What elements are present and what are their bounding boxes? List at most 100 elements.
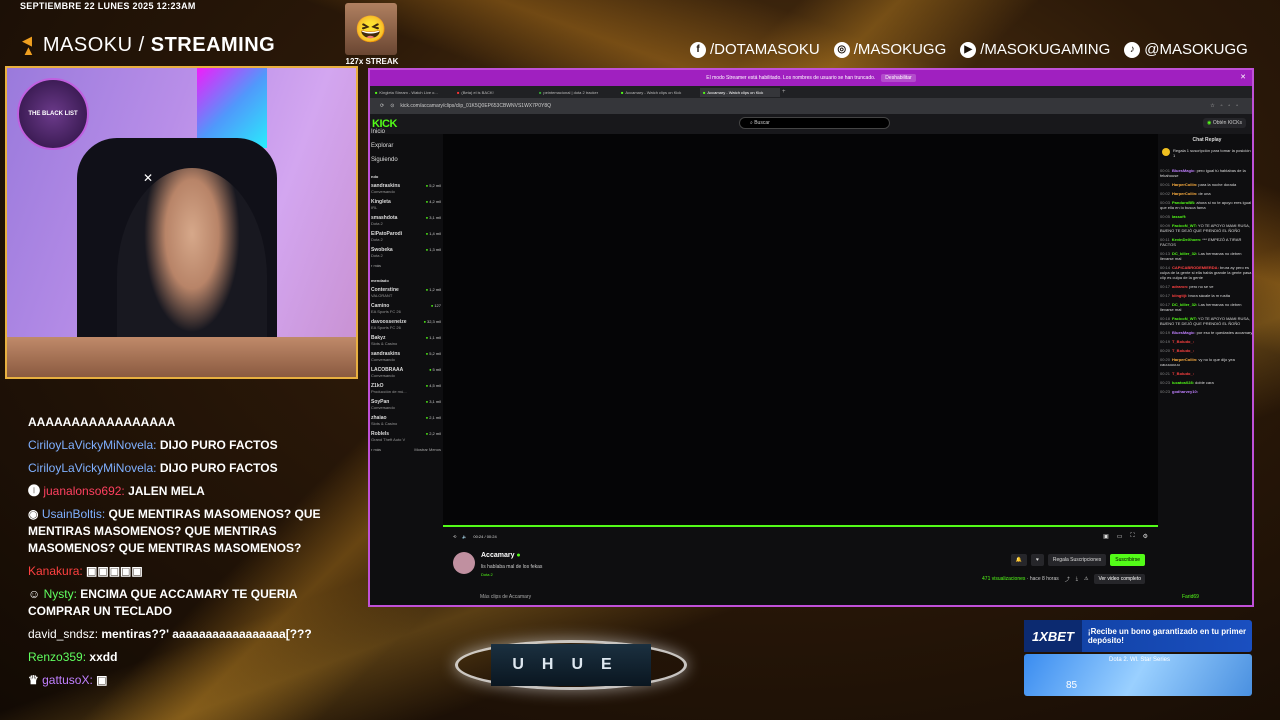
- show-less-link[interactable]: r más Mostrar Menos: [370, 445, 442, 454]
- social-links: f/DOTAMASOKU ◎/MASOKUGG ▶/MASOKUGAMING ♪…: [690, 41, 1248, 58]
- badge-icon: ◉: [28, 507, 42, 521]
- chat-message: AAAAAAAAAAAAAAAAA: [28, 415, 176, 429]
- desk: [7, 337, 356, 377]
- clip-title: lis hablaba mal de los fekas: [481, 564, 543, 570]
- emote-icon: ▣: [96, 673, 108, 687]
- new-tab-button[interactable]: +: [782, 89, 786, 95]
- chat-message: ♛ gattusoX: ▣: [28, 673, 108, 687]
- sponsor-banner: 1XBET ¡Recibe un bono garantizado en tu …: [1024, 620, 1252, 652]
- youtube-icon: ▶: [960, 41, 977, 58]
- channel-item[interactable]: CaminoEA Sports FC 26127: [370, 301, 442, 317]
- chat-replay-line: 00:14 CAPICABRODEMIERDA:brura ay pero es …: [1160, 265, 1252, 280]
- nav-explore[interactable]: Explorar: [370, 140, 442, 152]
- url-text[interactable]: kick.com/accamary/clips/clip_01K5Q0EP653…: [400, 103, 551, 109]
- tab-strip: ■ Kingleta Stream - Watch Live o... ■ (Bet…: [370, 86, 1252, 98]
- channel-item[interactable]: SwobekaDota 21,3 mil: [370, 245, 442, 261]
- chat-replay-line: 00:13 DC_killer_32:Las hermanas no deben …: [1160, 251, 1242, 261]
- tiktok-icon: ♪: [1124, 41, 1141, 58]
- chat-message: ☺ Nysty: ENCIMA QUE ACCAMARY TE QUERIA C…: [28, 587, 297, 618]
- center-logo-emblem: UHUE: [455, 640, 687, 690]
- chat-replay-line: 00:17 DC_killer_32:Las hermanas no deben …: [1160, 302, 1242, 312]
- get-kicks-button[interactable]: ◉ Obtén KICKs: [1203, 118, 1246, 128]
- webcam-feed: THE BLACK LIST ✕: [5, 66, 358, 379]
- channel-name[interactable]: Accamary ●: [481, 552, 521, 559]
- chat-replay-line: 00:01 HarperCollin:para la noche dorada: [1160, 182, 1237, 187]
- notify-button[interactable]: 🔔: [1010, 554, 1027, 566]
- replay-icon[interactable]: ⟲: [453, 534, 456, 539]
- channel-item[interactable]: ConterstineVALORANT1,2 mil: [370, 285, 442, 301]
- settings-icon[interactable]: ⚙: [1143, 533, 1148, 540]
- laughing-face-icon: 😆: [345, 3, 397, 55]
- browser-tab[interactable]: ■ peintemacional | dota 2 tracker: [536, 88, 616, 97]
- channel-item[interactable]: LACOBRAAAConversando5 mil: [370, 365, 442, 381]
- chat-replay-line: 00:18 FacicoN_WT:YO TE APOYO MAMI RUSA, B…: [1160, 316, 1250, 326]
- gift-subs-button[interactable]: Regala Suscripciones: [1047, 554, 1107, 566]
- streamer-mode-banner: El modo Streamer está habilitado. Los no…: [370, 70, 1252, 86]
- crown-icon: ♛: [28, 673, 43, 687]
- address-bar[interactable]: ⟳ ⊙ kick.com/accamary/clips/clip_01K5Q0EP…: [370, 98, 1252, 114]
- video-player[interactable]: [443, 134, 1158, 527]
- chat-replay-line: 00:20 T_Boludo_:: [1160, 348, 1195, 353]
- avatar[interactable]: [453, 552, 475, 574]
- browser-window: El modo Streamer está habilitado. Los no…: [368, 68, 1254, 607]
- stream-chat: AAAAAAAAAAAAAAAAA CiriloyLaVickyMiNovela…: [28, 414, 358, 695]
- following-heading: ndo: [371, 174, 379, 179]
- chat-replay-line: 00:17 kiingtiji:brura sácale la m rusita: [1160, 293, 1230, 298]
- channel-item[interactable]: davoosseneizeEA Sports FC 2632,3 mil: [370, 317, 442, 333]
- clip-icon[interactable]: ▣: [1103, 533, 1109, 540]
- pinned-gift[interactable]: Regala 1 suscripción para tomar la posic…: [1160, 146, 1252, 160]
- nav-following[interactable]: Siguiendo: [370, 154, 442, 166]
- triangle-icon: ◀ ▲: [22, 32, 35, 58]
- close-icon[interactable]: ✕: [1240, 73, 1246, 81]
- heart-button[interactable]: ♥: [1030, 554, 1044, 566]
- channel-item[interactable]: RoblelsGrand Theft Auto V2,2 mil: [370, 429, 442, 445]
- channel-item[interactable]: sandraskinsConversando5,2 mil: [370, 181, 442, 197]
- fullscreen-icon[interactable]: ⛶: [1130, 533, 1134, 540]
- theater-icon[interactable]: ▭: [1117, 533, 1123, 540]
- chat-replay-line: 00:05 lassoff:: [1160, 214, 1187, 219]
- clip-category[interactable]: Dota 2: [481, 572, 493, 577]
- chat-replay-title: Chat Replay: [1192, 137, 1222, 143]
- volume-icon[interactable]: 🔈: [462, 534, 467, 539]
- clip-meta: 471 visualizaciones · hace 8 horas ⤴ ⤓ ⚠…: [982, 574, 1145, 584]
- report-icon[interactable]: ⚠: [1084, 576, 1088, 582]
- social-tiktok: ♪ @MASOKUGG: [1124, 41, 1248, 58]
- badge-icon: 🅘: [28, 484, 44, 498]
- channel-item[interactable]: Z1kOProducción de mú...4,5 mil: [370, 381, 442, 397]
- download-icon[interactable]: ⤓: [1076, 576, 1078, 582]
- bottom-user: Farid69: [1182, 594, 1199, 600]
- channel-item[interactable]: zhaiaoSlots & Casino2,1 mil: [370, 413, 442, 429]
- search-input[interactable]: ⌕ Buscar: [739, 117, 890, 129]
- share-icon[interactable]: ⤴: [1065, 576, 1070, 583]
- action-buttons: 🔔 ♥ Regala Suscripciones Suscribirse: [1010, 554, 1145, 566]
- coin-icon: [1162, 148, 1170, 156]
- browser-tab-active[interactable]: ■ Accamary - Watch clips on Kick: [700, 87, 780, 97]
- social-instagram: ◎/MASOKUGG: [833, 41, 946, 58]
- clip-info: Accamary ● lis hablaba mal de los fekas …: [453, 548, 1153, 598]
- channel-item[interactable]: smashdotaDota 23,1 mil: [370, 213, 442, 229]
- channel-item[interactable]: ElPatoParodiDota 21,4 mil: [370, 229, 442, 245]
- channel-item[interactable]: sandraskinsConversando5,2 mil: [370, 349, 442, 365]
- site-info-icon: ⊙: [390, 103, 395, 109]
- browser-tab[interactable]: ■ (Beta) el is BACK!: [454, 88, 534, 97]
- chat-replay-line: 00:19 T_Boludo_:: [1160, 339, 1195, 344]
- channel-item[interactable]: KingletaIRL4,2 mil: [370, 197, 442, 213]
- nav-home[interactable]: Inicio: [370, 126, 442, 138]
- sponsor-caption: Dota 2. Wl. Star Series: [1109, 657, 1171, 663]
- chat-message: Kanakura: ▣▣▣▣▣: [28, 564, 143, 578]
- chat-replay-line: 00:02 HarperCollin:de una: [1160, 191, 1211, 196]
- full-video-button[interactable]: Ver video completo: [1094, 574, 1145, 584]
- streak-widget: 😆 127x STREAK: [345, 3, 399, 66]
- channel-item[interactable]: SoyPanConversando3,1 mil: [370, 397, 442, 413]
- chat-replay-line: 00:03 PanduroBB:ahora si no te apoyo eres…: [1160, 200, 1252, 210]
- browser-tab[interactable]: ■ Kingleta Stream - Watch Live o...: [372, 88, 452, 97]
- video-progress-bar[interactable]: [443, 525, 1158, 527]
- chat-replay-list: 00:01 BluesMagic:pero igual tú hablabas d…: [1160, 168, 1252, 394]
- browser-tab[interactable]: ■ Accamary - Watch clips on Kick: [618, 88, 698, 97]
- channel-item[interactable]: BakyzSlots & Casino1,1 mil: [370, 333, 442, 349]
- show-more-link[interactable]: r más: [370, 261, 442, 270]
- social-facebook: f/DOTAMASOKU: [690, 41, 820, 58]
- disable-button[interactable]: Deshabilitar: [881, 74, 916, 82]
- chat-replay-line: 00:17 adraron:pero no se ve: [1160, 284, 1214, 289]
- subscribe-button[interactable]: Suscribirse: [1110, 554, 1145, 566]
